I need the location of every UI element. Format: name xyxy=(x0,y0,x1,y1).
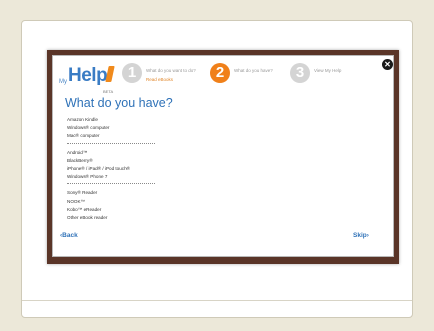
group-separator xyxy=(67,142,155,144)
group-separator xyxy=(67,183,155,185)
device-option[interactable]: Android™ xyxy=(67,149,177,157)
logo-tag: BETA xyxy=(103,89,114,94)
step-number-circle: 2 xyxy=(210,63,230,83)
step-number-circle: 1 xyxy=(122,63,142,83)
device-option[interactable]: NOOK™ xyxy=(67,198,177,206)
device-option[interactable]: iPhone® / iPad® / iPod touch® xyxy=(67,165,177,173)
skip-link[interactable]: Skip› xyxy=(353,232,369,239)
device-option[interactable]: Windows® computer xyxy=(67,124,177,132)
device-option[interactable]: Sony® Reader xyxy=(67,189,177,197)
device-option[interactable]: Other eBook reader xyxy=(67,214,177,222)
device-option[interactable]: Amazon Kindle xyxy=(67,116,177,124)
device-group-phones: Android™ BlackBerry® iPhone® / iPad® / i… xyxy=(67,149,177,182)
step-label: View My Help xyxy=(314,68,342,73)
step-number-circle: 3 xyxy=(290,63,310,83)
myhelp-logo: My Help BETA xyxy=(59,64,119,94)
device-option[interactable]: Mac® computer xyxy=(67,132,177,140)
close-button[interactable]: ✕ xyxy=(382,59,393,70)
panel-divider xyxy=(22,300,412,301)
logo-name: Help xyxy=(68,65,108,86)
step-label: What do you have? xyxy=(234,68,273,73)
dialog-title: What do you have? xyxy=(65,96,173,110)
device-option[interactable]: Windows® Phone 7 xyxy=(67,173,177,181)
step-label: What do you want to do? xyxy=(146,68,196,73)
back-link[interactable]: ‹Back xyxy=(60,232,78,239)
device-option[interactable]: Kobo™ eReader xyxy=(67,206,177,214)
logo-prefix: My xyxy=(59,79,67,85)
close-icon: ✕ xyxy=(384,60,391,69)
myhelp-dialog: ✕ My Help BETA 1 What do you want to do?… xyxy=(52,55,394,257)
device-group-computers: Amazon Kindle Windows® computer Mac® com… xyxy=(67,116,177,141)
device-option[interactable]: BlackBerry® xyxy=(67,157,177,165)
step-sublabel[interactable]: Read eBooks xyxy=(146,77,173,82)
device-group-ereaders: Sony® Reader NOOK™ Kobo™ eReader Other e… xyxy=(67,189,177,222)
device-list: Amazon Kindle Windows® computer Mac® com… xyxy=(67,116,177,222)
